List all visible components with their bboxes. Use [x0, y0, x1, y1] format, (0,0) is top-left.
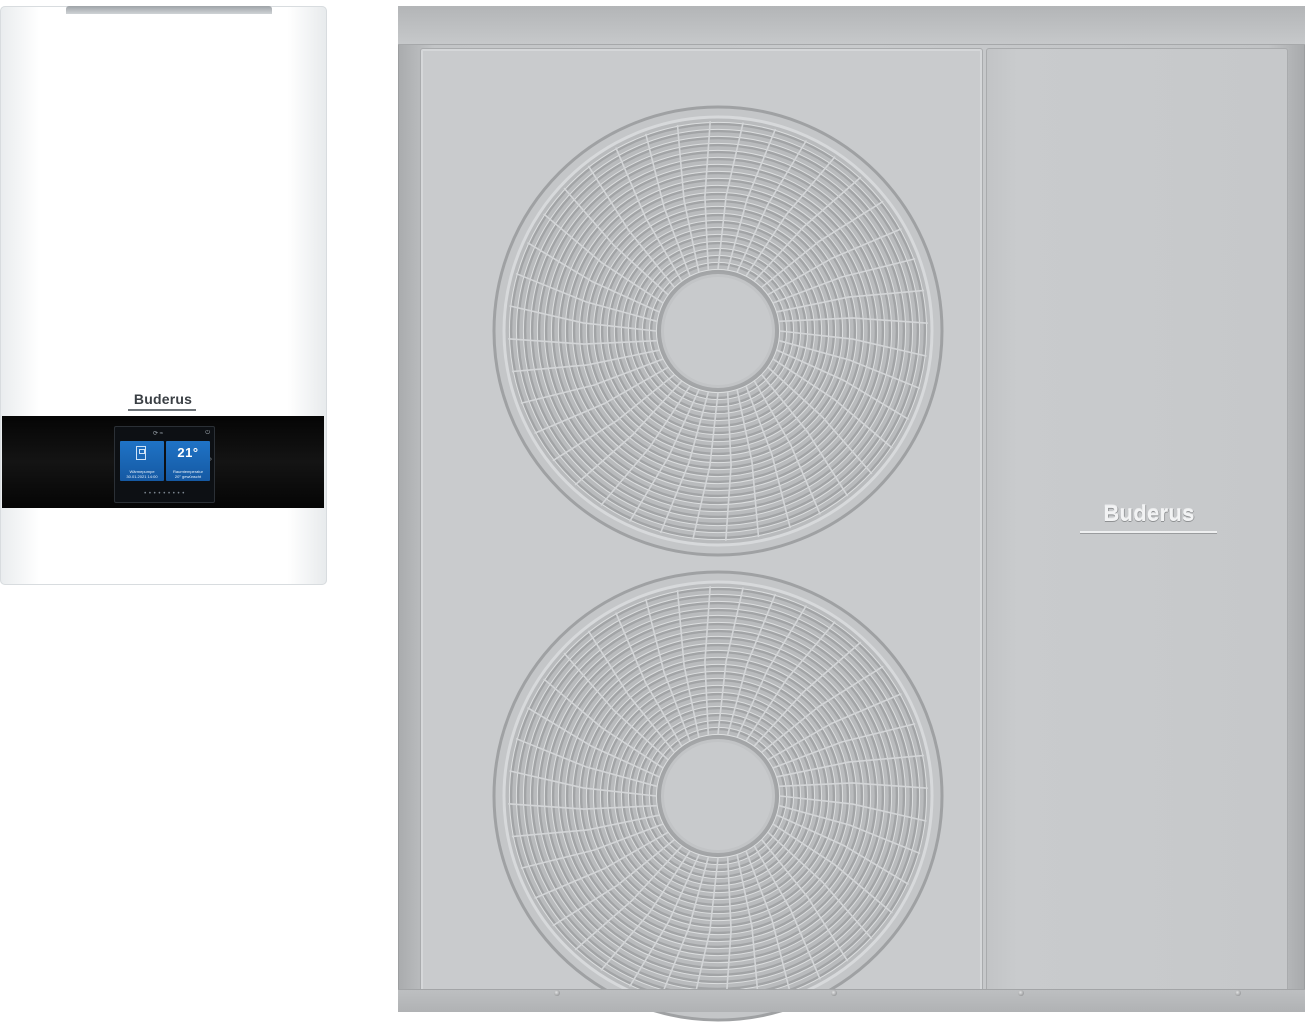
tile-room-temperature[interactable]: 21° Raumtemperatur 20° gewünscht — [166, 441, 210, 481]
fan-panel — [420, 48, 983, 1022]
fan-grille-top — [492, 105, 944, 557]
outdoor-brand-logo: Buderus — [1103, 501, 1195, 526]
indoor-brand-logo: Buderus — [133, 391, 193, 407]
connection-icon: ⟳ ≈ — [153, 431, 163, 437]
outdoor-base — [398, 989, 1305, 1012]
display-status-bar: ⟳ ≈ ⏻ — [119, 430, 210, 438]
heat-pump-icon — [136, 446, 146, 460]
control-display[interactable]: ⟳ ≈ ⏻ Wärmepumpe 30.01.2021 14:00 21° Ra… — [114, 426, 215, 503]
outdoor-top-band — [398, 6, 1305, 45]
chevron-right-icon[interactable]: › — [210, 456, 212, 463]
fan-grille-bottom — [492, 570, 944, 1022]
screw-icon — [831, 990, 837, 996]
room-temperature-value: 21° — [177, 445, 199, 460]
indoor-unit: Buderus ⟳ ≈ ⏻ Wärmepumpe 30.01.2021 14:0… — [0, 6, 327, 585]
indoor-logo-underline — [128, 409, 196, 411]
tile-heat-pump-caption: Wärmepumpe 30.01.2021 14:00 — [126, 469, 158, 479]
page-indicator: • • • • • • • • • — [144, 491, 185, 497]
screw-icon — [554, 990, 560, 996]
power-icon[interactable]: ⏻ — [205, 430, 210, 437]
tile-room-temperature-caption: Raumtemperatur 20° gewünscht — [172, 469, 203, 479]
screw-icon — [1018, 990, 1024, 996]
side-service-panel: Buderus — [986, 48, 1288, 995]
indoor-control-band: ⟳ ≈ ⏻ Wärmepumpe 30.01.2021 14:00 21° Ra… — [2, 416, 324, 508]
screw-icon — [1235, 990, 1241, 996]
tile-heat-pump[interactable]: Wärmepumpe 30.01.2021 14:00 — [120, 441, 164, 481]
outdoor-unit: Buderus — [398, 6, 1305, 1022]
outdoor-logo-underline — [1080, 531, 1217, 533]
indoor-top-cap — [66, 6, 272, 14]
